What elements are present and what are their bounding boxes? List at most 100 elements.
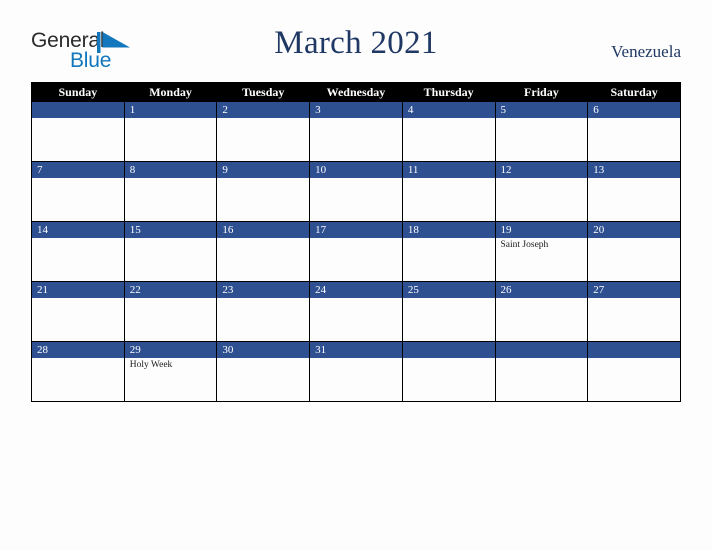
calendar-day-cell[interactable]: 2 bbox=[216, 101, 311, 162]
day-cell-inner: 17 bbox=[310, 222, 402, 281]
day-number: 5 bbox=[495, 102, 588, 118]
calendar-day-cell[interactable]: 18 bbox=[401, 221, 496, 282]
day-cell-inner: 19 Saint Joseph bbox=[495, 222, 588, 281]
day-cell-inner: 13 bbox=[588, 162, 680, 221]
day-number: 22 bbox=[124, 282, 217, 298]
calendar-day-cell[interactable]: 19 Saint Joseph bbox=[494, 221, 589, 282]
day-cell-inner: 7 bbox=[32, 162, 124, 221]
day-cell-inner: 4 bbox=[402, 102, 495, 161]
day-number: 24 bbox=[310, 282, 402, 298]
day-cell-inner bbox=[32, 102, 124, 161]
calendar-day-cell[interactable]: 24 bbox=[309, 281, 403, 342]
day-cell-inner: 31 bbox=[310, 342, 402, 401]
day-number: 21 bbox=[32, 282, 124, 298]
day-number: 11 bbox=[402, 162, 495, 178]
calendar-day-cell[interactable]: 22 bbox=[123, 281, 218, 342]
calendar-day-cell[interactable]: 29 Holy Week bbox=[123, 341, 218, 402]
calendar-day-cell[interactable]: 27 bbox=[587, 281, 681, 342]
day-cell-inner: 6 bbox=[588, 102, 680, 161]
day-cell-inner: 28 bbox=[32, 342, 124, 401]
day-number: 19 bbox=[495, 222, 588, 238]
day-number: 27 bbox=[588, 282, 680, 298]
calendar-day-cell[interactable]: 11 bbox=[401, 161, 496, 222]
calendar-day-cell[interactable]: 16 bbox=[216, 221, 311, 282]
calendar-day-cell[interactable]: 25 bbox=[401, 281, 496, 342]
day-cell-inner: 11 bbox=[402, 162, 495, 221]
weekday-header-friday: Friday bbox=[494, 82, 589, 102]
calendar-week-row: 123456 bbox=[31, 101, 681, 162]
page-header: General Blue March 2021 Venezuela bbox=[0, 0, 712, 82]
calendar-day-cell[interactable]: 12 bbox=[494, 161, 589, 222]
calendar-day-cell[interactable]: 3 bbox=[309, 101, 403, 162]
calendar-day-cell[interactable]: 8 bbox=[123, 161, 218, 222]
day-number: 17 bbox=[310, 222, 402, 238]
day-number: 29 bbox=[124, 342, 217, 358]
calendar-day-cell[interactable]: 31 bbox=[309, 341, 403, 402]
calendar-day-cell[interactable]: 30 bbox=[216, 341, 311, 402]
calendar-day-cell[interactable]: 6 bbox=[587, 101, 681, 162]
calendar-day-cell[interactable]: 17 bbox=[309, 221, 403, 282]
calendar-week-row: 21 22 23 24 25 26 27 bbox=[31, 281, 681, 342]
event-list: Saint Joseph bbox=[496, 238, 588, 251]
day-number bbox=[402, 342, 495, 358]
day-cell-inner: 16 bbox=[217, 222, 310, 281]
day-number: 18 bbox=[402, 222, 495, 238]
day-cell-inner: 9 bbox=[217, 162, 310, 221]
calendar-empty-cell[interactable] bbox=[494, 341, 589, 402]
day-number: 8 bbox=[124, 162, 217, 178]
day-cell-inner: 14 bbox=[32, 222, 124, 281]
day-number: 9 bbox=[217, 162, 310, 178]
day-number: 28 bbox=[32, 342, 124, 358]
day-number: 25 bbox=[402, 282, 495, 298]
calendar-grid: Sunday Monday Tuesday Wednesday Thursday… bbox=[31, 82, 681, 402]
day-number: 2 bbox=[217, 102, 310, 118]
day-cell-inner: 2 bbox=[217, 102, 310, 161]
calendar-day-cell[interactable]: 20 bbox=[587, 221, 681, 282]
calendar-empty-cell[interactable] bbox=[31, 101, 125, 162]
calendar-body: 1 2 3 4 5 6 7 8 9 10 11 12 13 14 15 16 17 18 19 Saint Josep… bbox=[31, 101, 681, 402]
calendar-day-cell[interactable]: 26 bbox=[494, 281, 589, 342]
day-number: 31 bbox=[310, 342, 402, 358]
calendar-day-cell[interactable]: 15 bbox=[123, 221, 218, 282]
holiday-event: Saint Joseph bbox=[500, 240, 549, 250]
page-title: March 2021 bbox=[274, 25, 438, 61]
day-cell-inner: 26 bbox=[495, 282, 588, 341]
day-cell-inner: 30 bbox=[217, 342, 310, 401]
day-number: 3 bbox=[310, 102, 402, 118]
calendar-day-cell[interactable]: 28 bbox=[31, 341, 125, 402]
day-cell-inner: 24 bbox=[310, 282, 402, 341]
day-number: 4 bbox=[402, 102, 495, 118]
day-number: 6 bbox=[588, 102, 680, 118]
day-number: 15 bbox=[124, 222, 217, 238]
day-number: 10 bbox=[310, 162, 402, 178]
calendar-day-cell[interactable]: 9 bbox=[216, 161, 311, 222]
calendar-day-cell[interactable]: 21 bbox=[31, 281, 125, 342]
day-cell-inner bbox=[495, 342, 588, 401]
day-cell-inner bbox=[402, 342, 495, 401]
calendar-day-cell[interactable]: 14 bbox=[31, 221, 125, 282]
calendar-day-cell[interactable]: 7 bbox=[31, 161, 125, 222]
calendar-day-cell[interactable]: 1 bbox=[123, 101, 218, 162]
weekday-header-row: Sunday Monday Tuesday Wednesday Thursday… bbox=[31, 82, 681, 102]
weekday-header-wednesday: Wednesday bbox=[309, 82, 403, 102]
day-number: 7 bbox=[32, 162, 124, 178]
weekday-header-saturday: Saturday bbox=[587, 82, 681, 102]
calendar-day-cell[interactable]: 10 bbox=[309, 161, 403, 222]
day-number bbox=[495, 342, 588, 358]
day-cell-inner: 1 bbox=[124, 102, 217, 161]
country-label: Venezuela bbox=[611, 42, 681, 61]
day-cell-inner: 25 bbox=[402, 282, 495, 341]
day-number: 13 bbox=[588, 162, 680, 178]
calendar-day-cell[interactable]: 13 bbox=[587, 161, 681, 222]
calendar-day-cell[interactable]: 5 bbox=[494, 101, 589, 162]
calendar-day-cell[interactable]: 23 bbox=[216, 281, 311, 342]
day-cell-inner: 12 bbox=[495, 162, 588, 221]
day-number: 16 bbox=[217, 222, 310, 238]
calendar-empty-cell[interactable] bbox=[401, 341, 496, 402]
day-number: 12 bbox=[495, 162, 588, 178]
holiday-event: Holy Week bbox=[129, 360, 173, 370]
day-cell-inner: 21 bbox=[32, 282, 124, 341]
calendar-empty-cell[interactable] bbox=[587, 341, 681, 402]
calendar-day-cell[interactable]: 4 bbox=[401, 101, 496, 162]
event-list: Holy Week bbox=[125, 358, 217, 371]
